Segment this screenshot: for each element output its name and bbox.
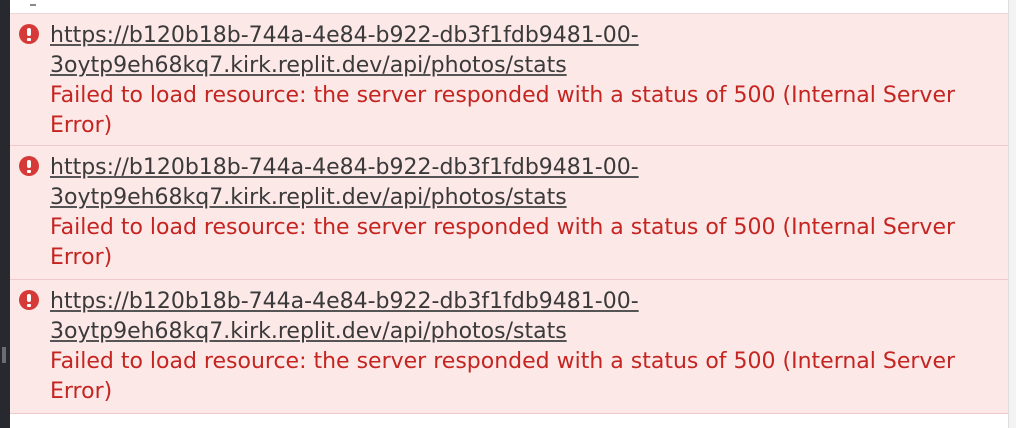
console-empty-area — [10, 414, 1008, 428]
resource-url-line-1: https://b120b18b-744a-4e84-b922-db3f1fdb… — [50, 289, 639, 314]
resource-url-link[interactable]: https://b120b18b-744a-4e84-b922-db3f1fdb… — [50, 21, 1008, 81]
console-error-row: https://b120b18b-744a-4e84-b922-db3f1fdb… — [10, 146, 1008, 280]
error-message: Failed to load resource: the server resp… — [50, 349, 956, 404]
resource-url-line-2: 3oytp9eh68kq7.kirk.replit.dev/api/photos… — [50, 185, 567, 210]
error-circle-icon — [19, 290, 39, 310]
error-circle-icon — [19, 156, 39, 176]
resource-url-line-1: https://b120b18b-744a-4e84-b922-db3f1fdb… — [50, 23, 639, 48]
console-screen: https://b120b18b-744a-4e84-b922-db3f1fdb… — [0, 0, 1016, 428]
console-messages: https://b120b18b-744a-4e84-b922-db3f1fdb… — [10, 0, 1008, 428]
error-message: Failed to load resource: the server resp… — [50, 215, 956, 270]
console-error-row: https://b120b18b-744a-4e84-b922-db3f1fdb… — [10, 280, 1008, 414]
error-message: Failed to load resource: the server resp… — [50, 83, 956, 138]
resource-url-link[interactable]: https://b120b18b-744a-4e84-b922-db3f1fdb… — [50, 153, 1008, 213]
resource-url-line-2: 3oytp9eh68kq7.kirk.replit.dev/api/photos… — [50, 53, 567, 78]
vertical-scrollbar[interactable] — [1008, 0, 1016, 428]
left-window-edge — [0, 0, 10, 428]
error-circle-icon — [19, 24, 39, 44]
left-edge-mark — [2, 347, 6, 363]
clipped-text-fragment — [30, 0, 36, 6]
resource-url-link[interactable]: https://b120b18b-744a-4e84-b922-db3f1fdb… — [50, 287, 1008, 347]
previous-message-fragment — [10, 0, 1008, 14]
resource-url-line-1: https://b120b18b-744a-4e84-b922-db3f1fdb… — [50, 155, 639, 180]
console-error-row: https://b120b18b-744a-4e84-b922-db3f1fdb… — [10, 14, 1008, 146]
resource-url-line-2: 3oytp9eh68kq7.kirk.replit.dev/api/photos… — [50, 319, 567, 344]
